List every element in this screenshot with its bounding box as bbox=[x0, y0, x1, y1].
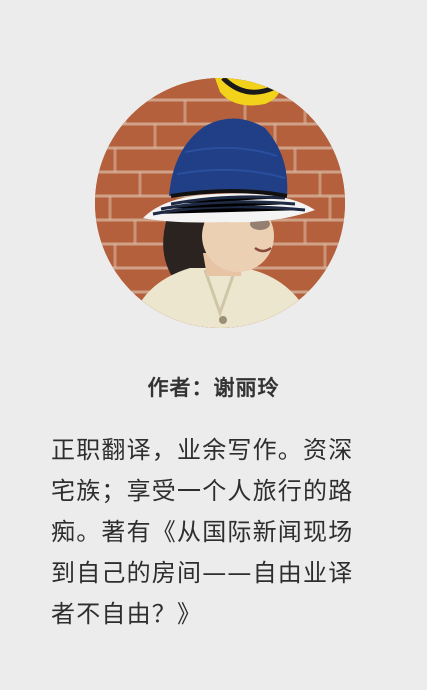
bio-line: 正职翻译，业余写作。资深 bbox=[51, 436, 354, 464]
bio-line: 者不自由？》 bbox=[51, 600, 203, 628]
bio-line: 到自己的房间——自由业译 bbox=[51, 559, 354, 587]
author-card: 作者：谢丽玲 正职翻译，业余写作。资深 宅族；享受一个人旅行的路 痴。著有《从国… bbox=[0, 0, 427, 690]
author-bio: 正职翻译，业余写作。资深 宅族；享受一个人旅行的路 痴。著有《从国际新闻现场 到… bbox=[51, 430, 391, 635]
author-photo bbox=[95, 78, 345, 328]
author-avatar bbox=[95, 78, 345, 328]
bio-line: 痴。著有《从国际新闻现场 bbox=[51, 518, 354, 546]
author-heading: 作者：谢丽玲 bbox=[147, 376, 280, 400]
bio-line: 宅族；享受一个人旅行的路 bbox=[51, 477, 354, 505]
